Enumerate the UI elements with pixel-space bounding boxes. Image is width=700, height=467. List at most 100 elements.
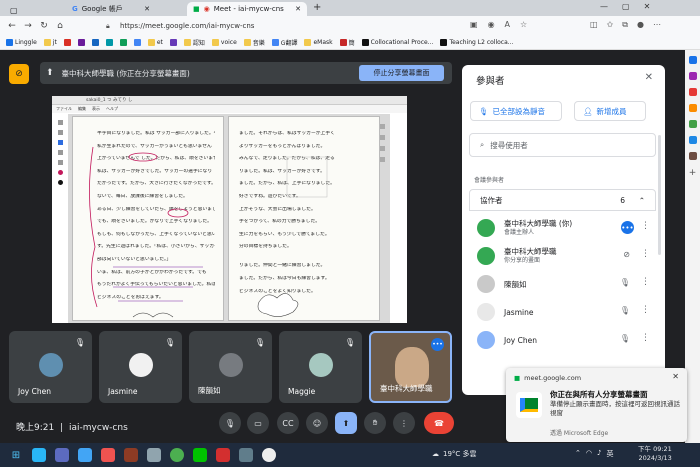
input-language[interactable]: 英 <box>606 449 613 459</box>
media-icon[interactable] <box>262 448 276 462</box>
reactions-button[interactable]: ☺ <box>306 412 328 434</box>
avatar <box>308 353 333 377</box>
bookmark-item[interactable]: 簡 <box>339 38 355 47</box>
collaborators-group[interactable]: 協作者 6 ⌃ <box>469 189 656 211</box>
bookmark-item[interactable]: eMask <box>304 39 333 46</box>
office-icon[interactable] <box>688 152 697 160</box>
microphone-button[interactable]: 🎙︎ <box>219 412 241 434</box>
bookmark-item[interactable]: Linggle <box>6 39 37 46</box>
refresh-icon[interactable]: ↻ <box>36 18 52 34</box>
stop-present-icon[interactable]: ⊘ <box>623 250 630 259</box>
participant-tile[interactable]: 🎙︎ Joy Chen <box>9 331 92 403</box>
camera-button[interactable]: ▭ <box>247 412 269 434</box>
more-options-icon[interactable]: ⋮ <box>641 333 650 343</box>
tools-icon[interactable] <box>688 88 697 96</box>
bookmark-icon[interactable] <box>91 39 99 46</box>
network-icon[interactable]: ◠ <box>586 449 592 459</box>
mute-all-button[interactable]: 🎙︎ 已全部設為靜音 <box>470 101 562 121</box>
read-aloud-icon[interactable]: A <box>505 20 510 29</box>
mail-icon[interactable] <box>78 448 92 462</box>
app-icon[interactable] <box>239 448 253 462</box>
games-icon[interactable] <box>688 120 697 128</box>
more-options-icon[interactable]: ⋮ <box>641 305 650 315</box>
back-icon[interactable]: ← <box>4 18 20 34</box>
bookmark-icon[interactable] <box>105 39 113 46</box>
app-icon[interactable] <box>101 448 115 462</box>
chevron-up-icon: ⌃ <box>638 195 645 205</box>
bookmark-icon[interactable] <box>77 39 85 46</box>
outlook-icon[interactable] <box>688 136 697 144</box>
tab-google-account[interactable]: G Google 帳戶 ✕ <box>66 2 156 16</box>
person-add-icon: 👤︎ <box>583 106 593 116</box>
weather-widget[interactable]: ☁︎ 19°C 多雲 <box>432 449 477 459</box>
participant-tile[interactable]: 🎙︎ Maggie <box>279 331 362 403</box>
panel-scrollbar[interactable] <box>658 135 661 255</box>
raise-hand-button[interactable]: ✋︎ <box>364 412 386 434</box>
acrobat-icon[interactable] <box>216 448 230 462</box>
window-close-icon[interactable]: ✕ <box>644 2 651 11</box>
shopping-icon[interactable] <box>688 104 697 112</box>
recording-icon: ◉ <box>203 5 210 13</box>
stop-sharing-button[interactable]: 停止分享螢幕畫面 <box>359 65 444 81</box>
maximize-icon[interactable]: ▢ <box>622 2 630 11</box>
camera-icon[interactable]: ▣ <box>470 20 478 29</box>
search-people-input[interactable]: ⌕ 搜尋使用者 <box>469 133 656 157</box>
leave-call-button[interactable]: ☎︎ <box>424 412 454 434</box>
bookmark-item[interactable]: 認知 <box>183 38 205 47</box>
close-icon[interactable]: ✕ <box>144 5 150 13</box>
maps-icon[interactable] <box>133 39 141 46</box>
bookmark-icon[interactable] <box>63 39 71 46</box>
favorite-star-icon[interactable]: ☆ <box>520 20 527 29</box>
bookmark-item[interactable]: et <box>147 39 163 46</box>
copilot-icon[interactable] <box>688 72 697 80</box>
more-options-icon[interactable]: ⋮ <box>641 277 650 287</box>
close-icon[interactable]: ✕ <box>295 5 301 13</box>
close-panel-icon[interactable]: ✕ <box>645 72 653 83</box>
collections-icon[interactable]: ⧉ <box>622 20 628 30</box>
participant-tile[interactable]: 🎙︎ 陳韻如 <box>189 331 272 403</box>
tab-meet[interactable]: ■ ◉ Meet - iai-mycw-cns ✕ <box>187 2 307 16</box>
split-screen-icon[interactable]: ◫ <box>590 20 598 30</box>
chrome-icon[interactable] <box>170 448 184 462</box>
edge-icon[interactable] <box>32 448 46 462</box>
bookmark-item[interactable]: jt <box>43 39 57 46</box>
bookmark-item[interactable]: voice <box>211 39 237 46</box>
new-tab-icon[interactable]: + <box>313 2 321 13</box>
bookmark-item[interactable]: Teaching L2 colloca... <box>440 39 514 46</box>
profile-icon[interactable]: ● <box>637 20 644 30</box>
drive-icon[interactable] <box>119 39 127 46</box>
tab-actions[interactable]: ▢ <box>4 3 26 17</box>
screen-share-notification[interactable]: ■ meet.google.com ✕ 你正在與所有人分享螢幕畫面 準備停止顯示… <box>506 368 687 442</box>
speaker-icon[interactable]: ♪ <box>597 449 601 459</box>
mic-status-icon[interactable]: ◉ <box>488 20 495 29</box>
participant-tile[interactable]: 🎙︎ Jasmine <box>99 331 182 403</box>
favorites-icon[interactable]: ✩ <box>607 20 614 30</box>
taskbar-clock[interactable]: 下午 09:21 2024/3/13 <box>638 445 672 463</box>
more-options-icon[interactable]: ⋮ <box>641 221 650 231</box>
add-sidebar-icon[interactable]: + <box>689 168 697 178</box>
avatar <box>477 331 495 349</box>
more-options-button[interactable]: ⋮ <box>393 412 415 434</box>
search-icon[interactable] <box>688 56 697 64</box>
start-icon[interactable]: ⊞ <box>9 448 23 462</box>
app-icon[interactable] <box>55 448 69 462</box>
chevron-up-icon[interactable]: ⌃ <box>575 449 581 459</box>
bookmark-item[interactable]: Collocational Proce... <box>361 39 433 46</box>
app-icon[interactable] <box>124 448 138 462</box>
minimize-icon[interactable]: — <box>600 2 608 11</box>
captions-button[interactable]: CC <box>277 412 299 434</box>
line-icon[interactable] <box>193 448 207 462</box>
pen-annotations <box>89 146 203 318</box>
present-button[interactable]: ⬆︎ <box>335 412 357 434</box>
bookmark-item[interactable]: G翻譯 <box>271 38 297 47</box>
forward-icon[interactable]: → <box>20 18 36 34</box>
more-options-icon[interactable]: ⋮ <box>641 249 650 259</box>
bookmark-icon[interactable] <box>169 39 177 46</box>
add-person-button[interactable]: 👤︎ 新增成員 <box>574 101 646 121</box>
self-video-tile[interactable]: ••• 臺中科大師學職 <box>369 331 452 403</box>
more-menu-icon[interactable]: ⋯ <box>653 20 661 30</box>
app-icon[interactable] <box>147 448 161 462</box>
close-icon[interactable]: ✕ <box>672 372 679 381</box>
home-icon[interactable]: ⌂ <box>52 18 68 34</box>
bookmark-item[interactable]: 音樂 <box>243 38 265 47</box>
